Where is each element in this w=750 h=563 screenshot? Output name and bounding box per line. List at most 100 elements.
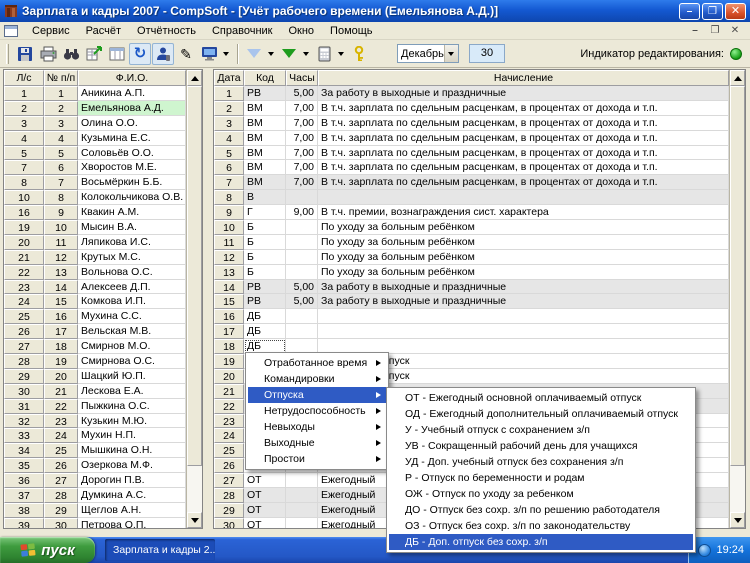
date-cell[interactable]: 10	[214, 220, 244, 235]
table-settings-button[interactable]	[106, 43, 128, 65]
order-number-cell[interactable]: 17	[44, 324, 78, 340]
date-cell[interactable]: 24	[214, 428, 244, 444]
context-menu-item[interactable]: Нетрудоспособность	[248, 403, 386, 419]
column-header[interactable]: Л/с	[4, 70, 44, 86]
start-button[interactable]: пуск	[0, 537, 95, 563]
fio-cell[interactable]: Мухин Н.П.	[78, 428, 186, 444]
context-menu-item[interactable]: Простои	[248, 451, 386, 467]
personal-account-cell[interactable]: 29	[4, 368, 44, 384]
hours-cell[interactable]: 7,00	[286, 160, 318, 176]
code-cell[interactable]: Г	[244, 205, 286, 221]
personal-account-cell[interactable]: 26	[4, 324, 44, 340]
fio-cell[interactable]: Емельянова А.Д.	[78, 100, 186, 116]
date-cell[interactable]: 13	[214, 264, 244, 280]
order-number-cell[interactable]: 9	[44, 205, 78, 221]
context-menu-item[interactable]: Отпуска	[248, 387, 386, 403]
hours-cell[interactable]: 7,00	[286, 115, 318, 131]
accrual-cell[interactable]: По уходу за больным ребёнком	[318, 234, 729, 250]
hours-cell[interactable]	[286, 473, 318, 489]
mdi-child-icon[interactable]	[4, 24, 18, 37]
personal-account-cell[interactable]: 5	[4, 145, 44, 161]
code-cell[interactable]: ВМ	[244, 175, 286, 191]
order-number-cell[interactable]: 27	[44, 473, 78, 489]
fio-cell[interactable]: Аникина А.П.	[78, 86, 186, 101]
context-menu-item[interactable]: Выходные	[248, 435, 386, 451]
hours-cell[interactable]	[286, 249, 318, 265]
date-cell[interactable]: 19	[214, 354, 244, 369]
date-cell[interactable]: 23	[214, 413, 244, 429]
submenu-item[interactable]: УД - Доп. учебный отпуск без сохранения …	[389, 454, 693, 470]
date-cell[interactable]: 1	[214, 86, 244, 101]
accrual-cell[interactable]: В т.ч. премии, вознаграждения сист. хара…	[318, 205, 729, 221]
submenu-item[interactable]: ОЗ - Отпуск без сохр. з/п по законодател…	[389, 518, 693, 534]
order-number-cell[interactable]: 23	[44, 413, 78, 429]
personal-account-cell[interactable]: 1	[4, 86, 44, 101]
hours-cell[interactable]	[286, 324, 318, 340]
date-cell[interactable]: 21	[214, 383, 244, 399]
mdi-restore-button[interactable]: ❐	[708, 25, 722, 36]
date-cell[interactable]: 15	[214, 294, 244, 310]
hours-cell[interactable]	[286, 488, 318, 503]
expand-button[interactable]	[278, 43, 300, 65]
scroll-up-button[interactable]	[730, 70, 745, 86]
hours-cell[interactable]	[286, 190, 318, 206]
accrual-cell[interactable]	[318, 324, 729, 340]
fio-cell[interactable]: Кузьмина Е.С.	[78, 130, 186, 146]
date-cell[interactable]: 22	[214, 398, 244, 414]
personal-account-cell[interactable]: 39	[4, 517, 44, 528]
fio-cell[interactable]: Комкова И.П.	[78, 294, 186, 310]
fio-cell[interactable]: Вольнова О.С.	[78, 264, 186, 280]
fio-cell[interactable]: Смирнов М.О.	[78, 339, 186, 355]
scroll-down-button[interactable]	[187, 512, 202, 528]
menu-item-Отчётность[interactable]: Отчётность	[129, 23, 204, 39]
hours-cell[interactable]	[286, 264, 318, 280]
personal-account-cell[interactable]: 10	[4, 190, 44, 206]
date-cell[interactable]: 6	[214, 160, 244, 176]
context-menu-item[interactable]: Командировки	[248, 371, 386, 387]
personal-account-cell[interactable]: 28	[4, 354, 44, 369]
toolbar-grip[interactable]	[6, 43, 9, 64]
hours-cell[interactable]: 5,00	[286, 294, 318, 310]
personal-account-cell[interactable]: 32	[4, 413, 44, 429]
order-number-cell[interactable]: 21	[44, 383, 78, 399]
close-button[interactable]: ✕	[725, 2, 746, 20]
personal-account-cell[interactable]: 31	[4, 398, 44, 414]
employees-scrollbar[interactable]	[186, 70, 202, 528]
accrual-cell[interactable]	[318, 190, 729, 206]
find-button[interactable]	[60, 43, 82, 65]
fio-cell[interactable]: Соловьёв О.О.	[78, 145, 186, 161]
code-cell[interactable]: Б	[244, 220, 286, 235]
month-select[interactable]: Декабрь	[397, 44, 459, 63]
date-cell[interactable]: 2	[214, 100, 244, 116]
mdi-close-button[interactable]: ✕	[728, 25, 742, 36]
column-header[interactable]: Код	[244, 70, 286, 86]
code-cell[interactable]: Б	[244, 264, 286, 280]
hours-cell[interactable]	[286, 234, 318, 250]
personal-account-cell[interactable]: 21	[4, 249, 44, 265]
hours-cell[interactable]: 5,00	[286, 279, 318, 295]
order-number-cell[interactable]: 5	[44, 145, 78, 161]
personal-account-cell[interactable]: 38	[4, 502, 44, 518]
code-cell[interactable]: В	[244, 190, 286, 206]
personal-account-cell[interactable]: 22	[4, 264, 44, 280]
date-cell[interactable]: 9	[214, 205, 244, 221]
date-cell[interactable]: 3	[214, 115, 244, 131]
code-cell[interactable]: ДБ	[244, 309, 286, 325]
access-button[interactable]	[348, 43, 370, 65]
personal-account-cell[interactable]: 2	[4, 100, 44, 116]
submenu-item[interactable]: ОД - Ежегодный дополнительный оплачиваем…	[389, 406, 693, 422]
submenu-item[interactable]: ДБ - Доп. отпуск без сохр. з/п	[389, 534, 693, 550]
employee-card-button[interactable]	[152, 42, 174, 65]
fio-cell[interactable]: Ляпикова И.С.	[78, 234, 186, 250]
personal-account-cell[interactable]: 33	[4, 428, 44, 444]
code-cell[interactable]: ВМ	[244, 115, 286, 131]
hours-cell[interactable]: 7,00	[286, 100, 318, 116]
order-number-cell[interactable]: 8	[44, 190, 78, 206]
order-number-cell[interactable]: 28	[44, 488, 78, 503]
fio-cell[interactable]: Мышкина О.Н.	[78, 443, 186, 459]
column-header[interactable]: № п/п	[44, 70, 78, 86]
submenu-item[interactable]: Р - Отпуск по беременности и родам	[389, 470, 693, 486]
date-cell[interactable]: 4	[214, 130, 244, 146]
calculator-button[interactable]	[313, 43, 335, 65]
date-cell[interactable]: 5	[214, 145, 244, 161]
